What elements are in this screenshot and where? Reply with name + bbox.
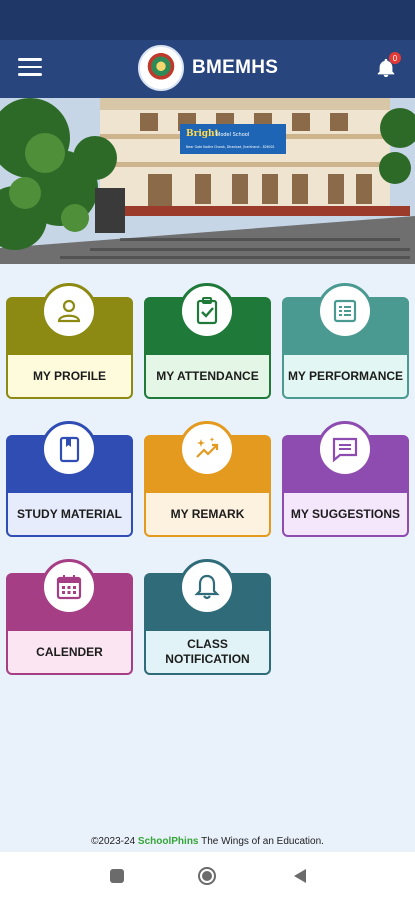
- tile-class-notification[interactable]: CLASS NOTIFICATION: [144, 559, 271, 675]
- school-logo: [138, 45, 184, 91]
- footer-brand[interactable]: SchoolPhins: [138, 836, 199, 847]
- banner-sign-text: Bright: [186, 129, 220, 139]
- home-icon[interactable]: [197, 866, 217, 886]
- list-chart-icon: [317, 283, 373, 339]
- clipboard-check-icon: [179, 283, 235, 339]
- school-building-banner: Bright Model School Near Gate Kodhe Chow…: [0, 98, 415, 264]
- tile-my-attendance[interactable]: MY ATTENDANCE: [144, 283, 271, 399]
- tile-label: CLASS NOTIFICATION: [165, 637, 250, 666]
- notification-bell-icon[interactable]: 0: [375, 52, 401, 79]
- sparkle-trend-icon: [179, 421, 235, 477]
- tile-label: MY PERFORMANCE: [287, 368, 404, 383]
- recent-apps-icon[interactable]: [107, 866, 127, 886]
- tile-my-performance[interactable]: MY PERFORMANCE: [282, 283, 409, 399]
- tile-body: MY PERFORMANCE: [282, 355, 409, 399]
- person-icon: [41, 283, 97, 339]
- tile-body: STUDY MATERIAL: [6, 493, 133, 537]
- tile-label: MY PROFILE: [32, 368, 107, 383]
- footer-copyright: ©2023-24 SchoolPhins The Wings of an Edu…: [0, 836, 415, 847]
- tile-body: MY REMARK: [144, 493, 271, 537]
- hamburger-menu-icon[interactable]: [18, 58, 42, 80]
- tile-label: STUDY MATERIAL: [17, 506, 122, 521]
- tile-body: CALENDER: [6, 631, 133, 675]
- tile-body: MY PROFILE: [6, 355, 133, 399]
- tile-label: MY REMARK: [170, 506, 245, 521]
- book-icon: [41, 421, 97, 477]
- tile-my-suggestions[interactable]: MY SUGGESTIONS: [282, 421, 409, 537]
- banner-sign-line: Near Gate Kodhe Chowk, Dhanbad, Jharkhan…: [186, 145, 275, 149]
- tile-body: CLASS NOTIFICATION: [144, 631, 271, 675]
- tile-label: MY SUGGESTIONS: [290, 506, 401, 521]
- back-icon[interactable]: [290, 866, 310, 886]
- chat-lines-icon: [317, 421, 373, 477]
- banner-sign-subtext: Model School: [216, 132, 249, 138]
- footer-prefix: ©2023-24: [91, 836, 138, 847]
- notification-count-badge: 0: [389, 52, 401, 64]
- tile-my-profile[interactable]: MY PROFILE: [6, 283, 133, 399]
- app-bar: BMEMHS 0: [0, 40, 415, 98]
- app-title: BMEMHS: [192, 57, 279, 78]
- system-navigation-bar: [0, 852, 415, 900]
- tile-calender[interactable]: CALENDER: [6, 559, 133, 675]
- tile-my-remark[interactable]: MY REMARK: [144, 421, 271, 537]
- status-bar: [0, 0, 415, 40]
- tile-body: MY SUGGESTIONS: [282, 493, 409, 537]
- tile-body: MY ATTENDANCE: [144, 355, 271, 399]
- tile-label: MY ATTENDANCE: [156, 368, 259, 383]
- calendar-icon: [41, 559, 97, 615]
- tile-study-material[interactable]: STUDY MATERIAL: [6, 421, 133, 537]
- tile-label: CALENDER: [36, 644, 103, 659]
- footer-suffix: The Wings of an Education.: [198, 836, 324, 847]
- bell-icon: [179, 559, 235, 615]
